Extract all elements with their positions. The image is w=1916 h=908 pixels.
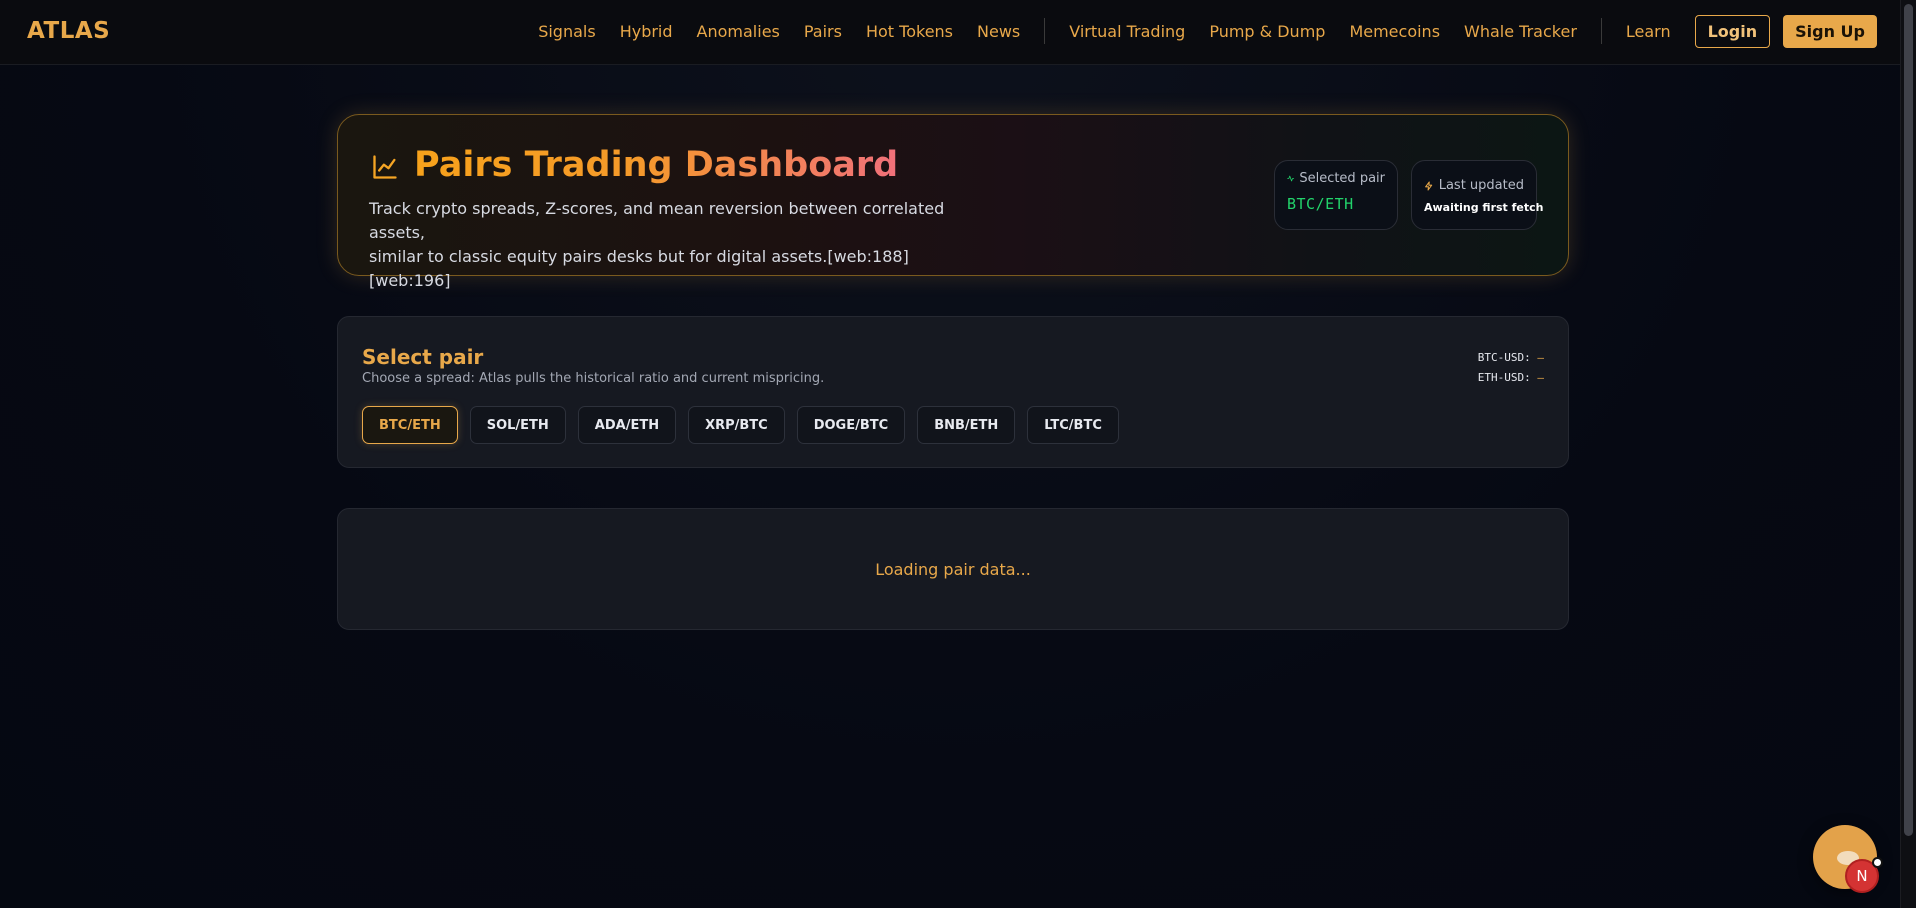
- nav-links: Signals Hybrid Anomalies Pairs Hot Token…: [538, 14, 1877, 48]
- select-pair-subtitle: Choose a spread: Atlas pulls the histori…: [362, 371, 825, 386]
- nav-link-virtual-trading[interactable]: Virtual Trading: [1069, 22, 1185, 41]
- last-updated-card: Last updated Awaiting first fetch: [1411, 160, 1544, 230]
- price-readouts: BTC-USD: — ETH-USD: —: [1478, 348, 1544, 388]
- lightning-icon: [1425, 180, 1433, 191]
- login-button[interactable]: Login: [1694, 14, 1771, 48]
- page-subtitle-line: similar to classic equity pairs desks bu…: [369, 247, 909, 290]
- nav-link-anomalies[interactable]: Anomalies: [697, 22, 780, 41]
- nav-link-pump-dump[interactable]: Pump & Dump: [1209, 22, 1325, 41]
- page-subtitle: Track crypto spreads, Z-scores, and mean…: [369, 197, 989, 293]
- selected-pair-value: BTC/ETH: [1287, 195, 1354, 213]
- scrollbar-thumb[interactable]: [1904, 4, 1913, 836]
- pair-button-doge-btc[interactable]: DOGE/BTC: [796, 406, 906, 444]
- page-subtitle-line: Track crypto spreads, Z-scores, and mean…: [369, 199, 945, 242]
- nav-link-hybrid[interactable]: Hybrid: [620, 22, 673, 41]
- nav-divider: [1600, 18, 1602, 44]
- price-value: —: [1537, 351, 1544, 364]
- pair-button-ltc-btc[interactable]: LTC/BTC: [1027, 406, 1119, 444]
- select-pair-panel: Select pair Choose a spread: Atlas pulls…: [337, 316, 1569, 468]
- nav-link-learn[interactable]: Learn: [1626, 22, 1671, 41]
- last-updated-label: Last updated: [1438, 178, 1524, 193]
- selected-pair-label: Selected pair: [1299, 171, 1385, 186]
- price-eth-usd: ETH-USD: —: [1478, 368, 1544, 388]
- nav-link-signals[interactable]: Signals: [538, 22, 595, 41]
- selected-pair-card: Selected pair BTC/ETH: [1274, 160, 1398, 230]
- signup-button[interactable]: Sign Up: [1783, 14, 1877, 48]
- price-value: —: [1537, 371, 1544, 384]
- selected-pair-label-row: Selected pair: [1287, 171, 1385, 186]
- pair-button-group: BTC/ETH SOL/ETH ADA/ETH XRP/BTC DOGE/BTC…: [362, 406, 1131, 444]
- pair-button-ada-eth[interactable]: ADA/ETH: [577, 406, 677, 444]
- online-status-dot: [1872, 857, 1883, 868]
- pair-button-bnb-eth[interactable]: BNB/ETH: [917, 406, 1016, 444]
- last-updated-value: Awaiting first fetch: [1424, 201, 1544, 214]
- nav-link-whale-tracker[interactable]: Whale Tracker: [1464, 22, 1577, 41]
- nav-divider: [1044, 18, 1046, 44]
- nav-link-memecoins[interactable]: Memecoins: [1349, 22, 1440, 41]
- top-navbar: ATLAS Signals Hybrid Anomalies Pairs Hot…: [0, 0, 1900, 65]
- pair-button-sol-eth[interactable]: SOL/ETH: [469, 406, 566, 444]
- select-pair-title: Select pair: [362, 345, 484, 369]
- pair-button-btc-eth[interactable]: BTC/ETH: [362, 406, 458, 444]
- page-scrollbar[interactable]: [1900, 0, 1916, 908]
- nav-link-news[interactable]: News: [977, 22, 1020, 41]
- line-chart-icon: [373, 155, 397, 179]
- loading-message: Loading pair data...: [875, 559, 1031, 579]
- brand-logo[interactable]: ATLAS: [27, 18, 110, 44]
- pair-data-panel: Loading pair data...: [337, 508, 1569, 630]
- hero-panel: Pairs Trading Dashboard Track crypto spr…: [337, 114, 1569, 290]
- page-title: Pairs Trading Dashboard: [414, 145, 899, 185]
- nav-link-pairs[interactable]: Pairs: [804, 22, 842, 41]
- pair-button-xrp-btc[interactable]: XRP/BTC: [688, 406, 785, 444]
- nav-link-hot-tokens[interactable]: Hot Tokens: [866, 22, 953, 41]
- activity-icon: [1287, 175, 1295, 182]
- price-btc-usd: BTC-USD: —: [1478, 348, 1544, 368]
- price-label: BTC-USD:: [1477, 351, 1531, 364]
- price-label: ETH-USD:: [1477, 371, 1531, 384]
- last-updated-label-row: Last updated: [1424, 178, 1524, 193]
